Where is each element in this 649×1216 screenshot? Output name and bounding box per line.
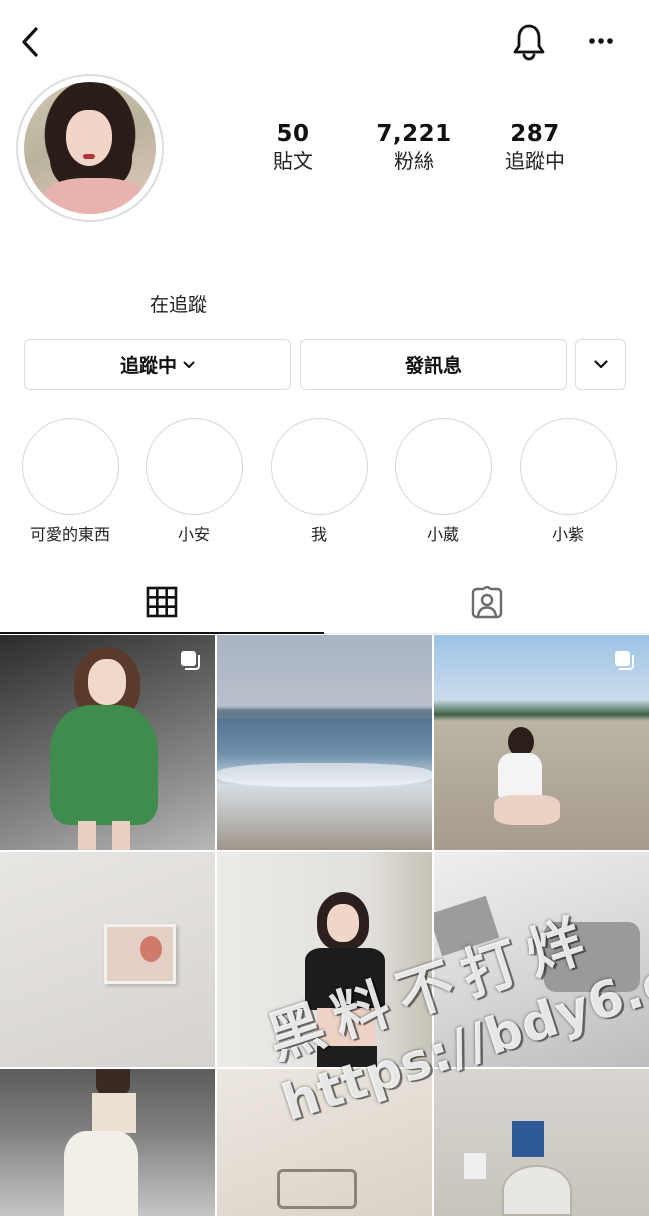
highlight-name: 小安 — [177, 525, 210, 544]
avatar-photo — [24, 82, 156, 214]
highlight-cover[interactable] — [145, 418, 243, 515]
post-thumbnail[interactable] — [434, 852, 649, 1067]
post-thumbnail[interactable] — [217, 852, 432, 1067]
profile-actions: 追蹤中 發訊息 — [24, 339, 626, 391]
tab-tagged[interactable] — [325, 572, 649, 634]
more-horizontal-icon — [589, 38, 613, 44]
highlight-item[interactable]: 可愛的東西 — [21, 418, 119, 545]
stat-followers[interactable]: 7,221 粉絲 — [359, 120, 469, 174]
chevron-down-icon — [183, 361, 195, 368]
posts-label: 貼文 — [273, 149, 313, 173]
grid-icon — [146, 586, 178, 618]
highlight-cover[interactable] — [519, 418, 617, 515]
multiple-photos-icon — [615, 651, 634, 670]
chevron-left-icon — [22, 27, 38, 57]
highlight-name: 小葳 — [426, 525, 459, 544]
notifications-button[interactable] — [510, 22, 548, 62]
followers-label: 粉絲 — [394, 149, 434, 173]
suggested-accounts-button[interactable] — [575, 339, 626, 390]
more-options-button[interactable] — [582, 26, 620, 56]
tab-posts-grid[interactable] — [0, 572, 324, 634]
message-button[interactable]: 發訊息 — [300, 339, 567, 390]
highlight-name: 小紫 — [551, 525, 584, 544]
highlight-name: 可愛的東西 — [29, 525, 110, 544]
post-thumbnail[interactable] — [434, 635, 649, 850]
highlight-cover[interactable] — [394, 418, 492, 515]
back-button[interactable] — [14, 24, 46, 60]
top-bar — [0, 0, 649, 86]
bell-icon — [513, 24, 545, 61]
post-thumbnail[interactable] — [217, 635, 432, 850]
followed-by-text[interactable]: 在追蹤 — [150, 290, 207, 317]
story-highlights: 可愛的東西 小安 我 小葳 小紫 — [0, 418, 649, 548]
following-count: 287 — [510, 121, 560, 147]
highlight-cover[interactable] — [270, 418, 368, 515]
post-thumbnail[interactable] — [0, 1069, 215, 1216]
stat-posts[interactable]: 50 貼文 — [238, 120, 348, 174]
following-button[interactable]: 追蹤中 — [24, 339, 291, 390]
post-thumbnail[interactable] — [0, 635, 215, 850]
highlight-item[interactable]: 小葳 — [394, 418, 492, 545]
post-thumbnail[interactable] — [434, 1069, 649, 1216]
multiple-photos-icon — [181, 651, 200, 670]
tagged-person-icon — [471, 586, 503, 619]
highlight-name: 我 — [310, 525, 327, 544]
posts-grid — [0, 635, 649, 1216]
following-label: 追蹤中 — [505, 149, 565, 173]
stat-following[interactable]: 287 追蹤中 — [480, 120, 590, 174]
post-thumbnail[interactable] — [217, 1069, 432, 1216]
highlight-item[interactable]: 小安 — [145, 418, 243, 545]
profile-avatar[interactable] — [16, 74, 164, 222]
chevron-down-icon — [593, 360, 608, 369]
profile-tabs — [0, 572, 649, 634]
followers-count: 7,221 — [376, 121, 452, 147]
following-button-label: 追蹤中 — [119, 355, 177, 377]
highlight-cover[interactable] — [21, 418, 119, 515]
highlight-item[interactable]: 我 — [270, 418, 368, 545]
post-thumbnail[interactable] — [0, 852, 215, 1067]
posts-count: 50 — [276, 121, 310, 147]
message-button-label: 發訊息 — [404, 355, 462, 377]
highlight-item[interactable]: 小紫 — [519, 418, 617, 545]
